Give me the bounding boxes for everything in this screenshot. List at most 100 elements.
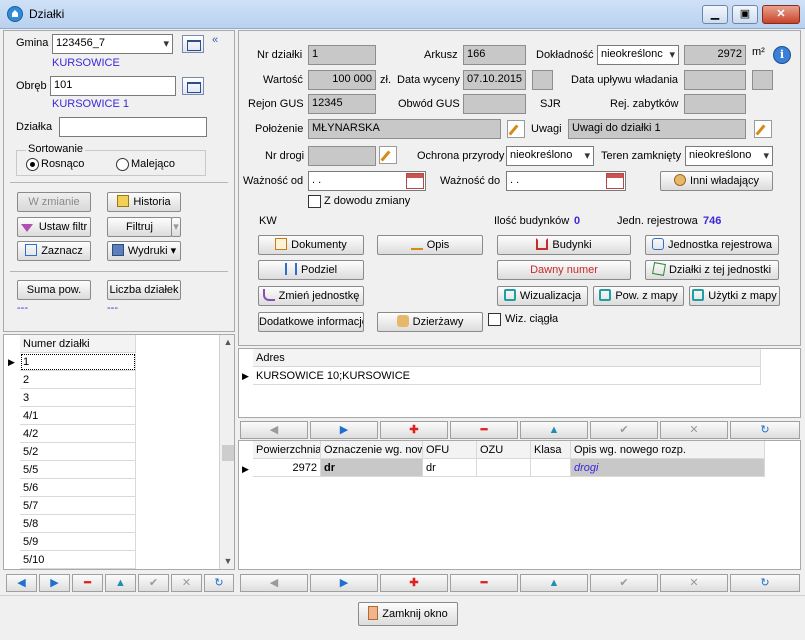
nav-delete-button[interactable]: ━ <box>72 574 103 592</box>
scroll-thumb[interactable] <box>222 445 234 461</box>
obreb-input[interactable]: 101 <box>50 76 176 96</box>
data-uplywu-picker[interactable] <box>752 70 773 90</box>
minimize-button[interactable]: ▁ <box>702 5 728 24</box>
info-icon[interactable]: i <box>773 46 791 64</box>
arkusz-field[interactable]: 166 <box>463 45 526 65</box>
obreb-book-icon[interactable] <box>182 77 204 95</box>
dzialki-z-jednostki-button[interactable]: Działki z tej jednostki <box>645 260 779 280</box>
data-uplywu-field[interactable] <box>684 70 746 90</box>
nav-refresh-button[interactable]: ↻ <box>730 421 800 439</box>
nav-delete-button[interactable]: ━ <box>450 574 518 592</box>
list-item[interactable]: 4/2 <box>20 425 136 443</box>
z-dowodu-checkbox[interactable] <box>308 195 321 208</box>
table-row[interactable]: KURSOWICE 10;KURSOWICE <box>253 367 761 385</box>
table-cell[interactable] <box>477 459 531 477</box>
table-cell[interactable] <box>531 459 571 477</box>
data-wyceny-picker[interactable] <box>532 70 553 90</box>
gmina-book-icon[interactable] <box>182 35 204 53</box>
nav-cancel-button[interactable]: ✕ <box>171 574 202 592</box>
dodatkowe-informacje-button[interactable]: Dodatkowe informacje <box>258 312 364 332</box>
sort-desc-radio[interactable] <box>116 158 129 171</box>
nr-drogi-field[interactable] <box>308 146 376 166</box>
restore-button[interactable]: ▣ <box>732 5 758 24</box>
budynki-button[interactable]: Budynki <box>497 235 631 255</box>
suma-pow-button[interactable]: Suma pow. <box>17 280 91 300</box>
list-item[interactable]: 5/2 <box>20 443 136 461</box>
nav-delete-button[interactable]: ━ <box>450 421 518 439</box>
nav-next-button[interactable]: ▶ <box>310 421 378 439</box>
nav-next-button[interactable]: ▶ <box>310 574 378 592</box>
list-item[interactable]: 5/5 <box>20 461 136 479</box>
data-wyceny-field[interactable]: 07.10.2015 <box>463 70 526 90</box>
dzialka-input[interactable] <box>59 117 207 137</box>
table-cell[interactable]: drogi <box>571 459 765 477</box>
filtruj-button[interactable]: Filtruj <box>107 217 172 237</box>
list-item[interactable]: 5/8 <box>20 515 136 533</box>
nav-post-button[interactable]: ✔ <box>138 574 169 592</box>
list-item[interactable]: 5/6 <box>20 479 136 497</box>
gmina-select[interactable]: 123456_7 <box>52 34 173 54</box>
nav-add-button[interactable]: ✚ <box>380 574 448 592</box>
edit-polozenie-icon[interactable] <box>507 120 525 138</box>
zamknij-okno-button[interactable]: Zamknij okno <box>358 602 458 626</box>
zmien-jednostke-button[interactable]: Zmień jednostkę <box>258 286 364 306</box>
historia-button[interactable]: Historia <box>107 192 181 212</box>
nav-refresh-button[interactable]: ↻ <box>730 574 800 592</box>
uzytki-grid[interactable]: ▶ Powierzchnia Oznaczenie wg. now OFU OZU Kl… <box>238 440 801 570</box>
nav-next-button[interactable]: ▶ <box>39 574 70 592</box>
nav-prev-button[interactable]: ◀ <box>240 574 308 592</box>
list-item[interactable]: 4/1 <box>20 407 136 425</box>
nav-prev-button[interactable]: ◀ <box>240 421 308 439</box>
list-item[interactable]: 1 <box>20 353 136 371</box>
ochrona-select[interactable]: nieokreślono <box>506 146 594 166</box>
pow-z-mapy-button[interactable]: Pow. z mapy <box>593 286 684 306</box>
list-scrollbar[interactable]: ▲ ▼ <box>219 335 234 569</box>
area-field[interactable]: 2972 <box>684 45 746 65</box>
dawny-numer-button[interactable]: Dawny numer <box>497 260 631 280</box>
uwagi-field[interactable]: Uwagi do działki 1 <box>568 119 746 139</box>
filtruj-dropdown[interactable]: ▾ <box>171 217 181 237</box>
scroll-down-icon[interactable]: ▼ <box>221 556 234 566</box>
nav-edit-button[interactable]: ▲ <box>520 421 588 439</box>
jednostka-rejestrowa-button[interactable]: Jednostka rejestrowa <box>645 235 779 255</box>
rej-zabytkow-field[interactable] <box>684 94 746 114</box>
liczba-dzialek-button[interactable]: Liczba działek <box>107 280 181 300</box>
obwod-gus-field[interactable] <box>463 94 526 114</box>
sort-asc-radio[interactable] <box>26 158 39 171</box>
podziel-button[interactable]: Podziel <box>258 260 364 280</box>
ustaw-filtr-button[interactable]: Ustaw filtr <box>17 217 91 237</box>
scroll-up-icon[interactable]: ▲ <box>221 337 234 347</box>
nav-cancel-button[interactable]: ✕ <box>660 421 728 439</box>
calendar-do-icon[interactable] <box>606 173 624 189</box>
table-cell[interactable]: dr <box>423 459 477 477</box>
opis-button[interactable]: Opis <box>377 235 483 255</box>
list-item[interactable]: 2 <box>20 371 136 389</box>
nav-post-button[interactable]: ✔ <box>590 421 658 439</box>
collapse-icon[interactable]: « <box>212 34 230 48</box>
nav-post-button[interactable]: ✔ <box>590 574 658 592</box>
polozenie-field[interactable]: MŁYNARSKA <box>308 119 501 139</box>
dzierzawy-button[interactable]: Dzierżawy <box>377 312 483 332</box>
w-zmianie-button[interactable]: W zmianie <box>17 192 91 212</box>
inni-wladajacy-button[interactable]: Inni władający <box>660 171 773 191</box>
nav-edit-button[interactable]: ▲ <box>520 574 588 592</box>
wizualizacja-button[interactable]: Wizualizacja <box>497 286 588 306</box>
teren-select[interactable]: nieokreślono <box>685 146 773 166</box>
calendar-od-icon[interactable] <box>406 173 424 189</box>
nav-prev-button[interactable]: ◀ <box>6 574 37 592</box>
wiz-ciagla-checkbox[interactable] <box>488 313 501 326</box>
list-item[interactable]: 5/10 <box>20 551 136 569</box>
list-item[interactable]: 5/7 <box>20 497 136 515</box>
rejon-gus-field[interactable]: 12345 <box>308 94 376 114</box>
close-button[interactable]: ✕ <box>762 5 800 24</box>
nav-refresh-button[interactable]: ↻ <box>204 574 234 592</box>
dokumenty-button[interactable]: Dokumenty <box>258 235 364 255</box>
nav-edit-button[interactable]: ▲ <box>105 574 136 592</box>
nav-add-button[interactable]: ✚ <box>380 421 448 439</box>
edit-uwagi-icon[interactable] <box>754 120 772 138</box>
nav-cancel-button[interactable]: ✕ <box>660 574 728 592</box>
zaznacz-button[interactable]: Zaznacz <box>17 241 91 261</box>
nr-dzialki-field[interactable]: 1 <box>308 45 376 65</box>
edit-nr-drogi-icon[interactable] <box>379 146 397 164</box>
wydruki-button[interactable]: Wydruki ▾ <box>107 241 181 261</box>
